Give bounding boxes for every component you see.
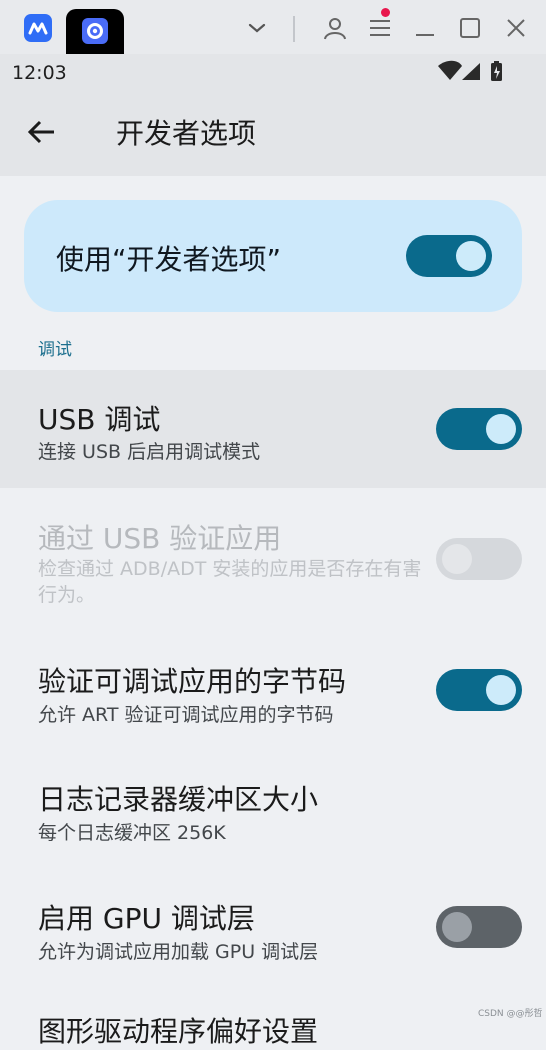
setting-title: 启用 GPU 调试层 <box>38 902 255 935</box>
setting-title: USB 调试 <box>38 403 161 436</box>
setting-title: 验证可调试应用的字节码 <box>38 665 347 698</box>
setting-subtitle: 连接 USB 后启用调试模式 <box>38 441 261 463</box>
master-toggle-label: 使用“开发者选项” <box>56 243 282 276</box>
setting-title: 通过 USB 验证应用 <box>38 522 282 555</box>
toolbar-divider <box>293 16 295 42</box>
minimize-icon[interactable] <box>412 15 438 41</box>
signal-icon <box>462 63 480 80</box>
watermark: CSDN @@彤哲 <box>478 1009 543 1019</box>
master-toggle-switch[interactable] <box>406 235 492 277</box>
status-time: 12:03 <box>12 62 67 84</box>
usb-debugging-switch[interactable] <box>436 408 522 450</box>
verify-apps-usb-switch <box>436 538 522 580</box>
menu-icon[interactable] <box>367 15 393 41</box>
switch-knob <box>442 912 472 942</box>
wifi-icon <box>438 60 462 80</box>
back-arrow-icon[interactable] <box>26 116 58 148</box>
meetus-app-icon[interactable] <box>24 14 52 42</box>
section-header-debugging: 调试 <box>38 340 72 360</box>
switch-knob <box>456 241 486 271</box>
setting-subtitle: 允许 ART 验证可调试应用的字节码 <box>38 704 334 726</box>
setting-subtitle: 检查通过 ADB/ADT 安装的应用是否存在有害行为。 <box>38 558 422 606</box>
notification-dot <box>381 8 390 17</box>
battery-icon <box>491 61 502 81</box>
setting-title[interactable]: 日志记录器缓冲区大小 <box>38 778 318 818</box>
page-title: 开发者选项 <box>116 117 257 150</box>
chevron-down-icon[interactable] <box>244 15 270 41</box>
settings-app-icon[interactable] <box>82 18 108 44</box>
app-bar <box>0 90 546 176</box>
setting-title[interactable]: 图形驱动程序偏好设置 <box>38 1010 318 1050</box>
switch-knob <box>486 675 516 705</box>
setting-subtitle: 允许为调试应用加载 GPU 调试层 <box>38 941 319 963</box>
status-icons <box>436 60 506 88</box>
setting-subtitle: 每个日志缓冲区 256K <box>38 822 226 844</box>
switch-knob <box>442 544 472 574</box>
verify-bytecode-switch[interactable] <box>436 669 522 711</box>
switch-knob <box>486 414 516 444</box>
user-icon[interactable] <box>322 15 348 41</box>
close-icon[interactable] <box>503 15 529 41</box>
gpu-debug-layers-switch[interactable] <box>436 906 522 948</box>
maximize-icon[interactable] <box>457 15 483 41</box>
